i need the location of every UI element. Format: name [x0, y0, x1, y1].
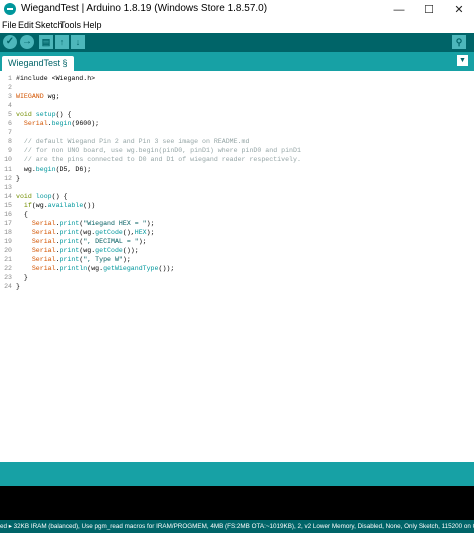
code-text: Serial.begin(9600); [23, 120, 100, 128]
code-text: } [16, 174, 20, 182]
arrow-down-icon: ↓ [75, 36, 81, 47]
code-text: // for non UNO board, use wg.begin(pinD0… [23, 147, 301, 155]
chevron-down-icon: ▼ [459, 57, 466, 64]
status-bar [0, 462, 474, 486]
line-number: 1 [8, 75, 12, 82]
new-sketch-button[interactable]: ▤ [39, 35, 53, 49]
line-number: 19 [4, 237, 12, 245]
line-number: 22 [4, 265, 12, 273]
minimize-button[interactable]: — [384, 0, 414, 19]
code-text: Serial.print(wg.getCode(),HEX); [31, 228, 155, 236]
line-number: 23 [4, 274, 12, 282]
menu-bar: File Edit Sketch Tools Help [0, 19, 474, 33]
open-sketch-button[interactable]: ↑ [55, 35, 69, 49]
line-number: 16 [4, 210, 12, 218]
code-text: Serial.print(wg.getCode()); [31, 246, 139, 254]
arduino-logo-icon [4, 3, 16, 15]
code-editor[interactable]: 1 #include <Wiegand.h> 2 3 WIEGAND wg; 4 5 void… [0, 71, 474, 462]
code-text: Serial.print(", DECIMAL = "); [31, 237, 147, 245]
menu-edit[interactable]: Edit [18, 20, 34, 30]
code-text: wg.begin(D5, D6); [16, 165, 92, 173]
code-text: // default Wiegand Pin 2 and Pin 3 see i… [23, 138, 250, 146]
toolbar: ✓ → ▤ ↑ ↓ ⚲ [0, 33, 474, 52]
line-number: 2 [8, 84, 12, 92]
serial-monitor-button[interactable]: ⚲ [452, 35, 466, 49]
upload-button[interactable]: → [20, 35, 34, 49]
line-number: 12 [4, 174, 12, 182]
tab-bar: WiegandTest § ▼ [0, 52, 474, 71]
line-number: 24 [4, 283, 12, 291]
arrow-up-icon: ↑ [59, 36, 65, 47]
line-number: 14 [4, 192, 12, 200]
new-file-icon: ▤ [41, 36, 51, 47]
code-text: } [16, 283, 20, 291]
line-number: 3 [8, 93, 12, 101]
line-number: 18 [4, 228, 12, 236]
code-text: void setup() { [16, 111, 72, 119]
line-number: 21 [4, 256, 12, 263]
code-text: Serial.print("Wiegand HEX = "); [31, 219, 155, 227]
menu-file[interactable]: File [2, 20, 17, 30]
save-sketch-button[interactable]: ↓ [71, 35, 85, 49]
line-number: 15 [4, 201, 12, 209]
menu-help[interactable]: Help [83, 20, 102, 30]
code-text: void loop() { [16, 192, 68, 200]
line-number: 11 [4, 165, 12, 173]
magnifier-icon: ⚲ [455, 36, 463, 47]
line-number: 8 [8, 138, 12, 146]
code-text: Serial.print(", Type W"); [31, 256, 131, 263]
line-number: 13 [4, 183, 12, 191]
line-number: 20 [4, 246, 12, 254]
line-number: 9 [8, 147, 12, 155]
arrow-right-icon: → [22, 36, 32, 47]
line-number: 5 [8, 111, 12, 119]
tab-menu-button[interactable]: ▼ [457, 55, 468, 66]
window-title: WiegandTest | Arduino 1.8.19 (Windows St… [21, 3, 268, 14]
code-text: #include <Wiegand.h> [16, 75, 96, 82]
menu-sketch[interactable]: Sketch [35, 20, 63, 30]
board-info-text: ed ▸ 32KB IRAM (balanced), Use pgm_read … [0, 523, 474, 530]
line-number: 7 [8, 129, 12, 137]
verify-button[interactable]: ✓ [3, 35, 17, 49]
code-text: // are the pins connected to D0 and D1 o… [23, 156, 301, 164]
console-output [0, 486, 474, 520]
code-text: if(wg.available()) [23, 201, 96, 209]
line-number: 4 [8, 102, 12, 110]
title-bar: WiegandTest | Arduino 1.8.19 (Windows St… [0, 0, 474, 19]
code-text: Serial.println(wg.getWiegandType()); [31, 265, 175, 273]
tab-wiegandtest[interactable]: WiegandTest § [2, 56, 74, 71]
checkmark-icon: ✓ [5, 36, 15, 47]
code-text: { [16, 210, 28, 218]
maximize-button[interactable]: ☐ [414, 0, 444, 19]
board-info-bar: ed ▸ 32KB IRAM (balanced), Use pgm_read … [0, 520, 474, 533]
menu-tools[interactable]: Tools [60, 20, 81, 30]
line-number: 17 [4, 219, 12, 227]
code-text: } [16, 274, 28, 282]
code-text: WIEGAND wg; [16, 93, 60, 101]
close-button[interactable]: ✕ [444, 0, 474, 19]
line-number: 6 [8, 120, 12, 128]
line-number: 10 [4, 156, 12, 164]
